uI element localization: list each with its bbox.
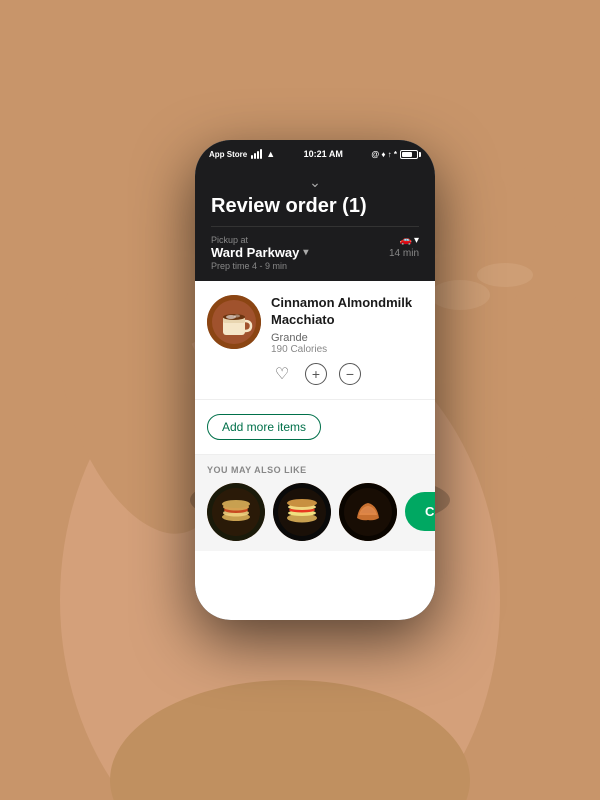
food-item-2-image <box>273 483 331 541</box>
phone-screen: App Store ▲ 10:21 AM @ ♦ ↑ * <box>195 140 435 620</box>
item-actions: ♡ + − <box>271 363 423 385</box>
item-size: Grande <box>271 332 423 344</box>
recommended-item-2[interactable] <box>273 483 331 541</box>
status-time: 10:21 AM <box>304 149 343 159</box>
battery-fill <box>402 152 413 157</box>
location-dropdown-icon: ▾ <box>303 247 308 258</box>
order-title: Review order (1) <box>211 195 419 218</box>
drive-thru-selector[interactable]: 🚗 ▾ <box>400 235 419 246</box>
coffee-cup-image <box>207 295 261 349</box>
bar4 <box>260 149 262 159</box>
recommended-item-3[interactable] <box>339 483 397 541</box>
add-more-section: Add more items <box>195 400 435 455</box>
bar2 <box>254 153 256 159</box>
phone-device: App Store ▲ 10:21 AM @ ♦ ↑ * <box>195 140 435 620</box>
also-like-label: YOU MAY ALSO LIKE <box>207 465 423 475</box>
bar1 <box>251 155 253 159</box>
item-image <box>207 295 261 349</box>
pickup-info: Pickup at Ward Parkway ▾ Prep time 4 - 9… <box>211 235 308 271</box>
status-bar-left: App Store ▲ <box>209 149 275 159</box>
app-header: ⌄ Review order (1) Pickup at Ward Parkwa… <box>195 168 435 281</box>
item-calories: 190 Calories <box>271 344 423 355</box>
minus-icon: − <box>346 366 354 382</box>
order-item: Cinnamon Almondmilk Macchiato Grande 190… <box>195 281 435 400</box>
hand-container: App Store ▲ 10:21 AM @ ♦ ↑ * <box>0 0 600 800</box>
recommended-item-1[interactable] <box>207 483 265 541</box>
also-like-section: YOU MAY ALSO LIKE <box>195 455 435 551</box>
wifi-icon: ▲ <box>266 149 275 159</box>
prep-time-label: Prep time 4 - 9 min <box>211 261 308 271</box>
car-icon: 🚗 <box>400 235 412 246</box>
signal-bars-icon <box>251 149 262 159</box>
vehicle-dropdown: ▾ <box>414 235 419 246</box>
status-bar: App Store ▲ 10:21 AM @ ♦ ↑ * <box>195 140 435 168</box>
food-item-3-image <box>339 483 397 541</box>
battery-body <box>400 150 418 159</box>
also-like-items: Continue <box>207 483 423 541</box>
vehicle-time: 🚗 ▾ 14 min <box>389 235 419 259</box>
pickup-section: Pickup at Ward Parkway ▾ Prep time 4 - 9… <box>211 226 419 271</box>
battery-indicator <box>400 150 421 159</box>
battery-tip <box>419 152 421 157</box>
status-icons: @ ♦ ↑ * <box>371 150 397 159</box>
heart-icon: ♡ <box>275 364 289 384</box>
pickup-location-row[interactable]: Ward Parkway ▾ <box>211 245 308 260</box>
plus-icon: + <box>312 366 320 382</box>
pickup-label: Pickup at <box>211 235 308 245</box>
add-more-items-button[interactable]: Add more items <box>207 414 321 440</box>
bar3 <box>257 151 259 159</box>
favorite-button[interactable]: ♡ <box>271 363 293 385</box>
eta-badge: 14 min <box>389 248 419 259</box>
add-quantity-button[interactable]: + <box>305 363 327 385</box>
item-name: Cinnamon Almondmilk Macchiato <box>271 295 423 329</box>
item-details: Cinnamon Almondmilk Macchiato Grande 190… <box>271 295 423 385</box>
continue-button[interactable]: Continue <box>405 492 435 531</box>
carrier-label: App Store <box>209 150 247 159</box>
status-bar-right: @ ♦ ↑ * <box>371 150 421 159</box>
remove-quantity-button[interactable]: − <box>339 363 361 385</box>
collapse-chevron[interactable]: ⌄ <box>211 174 419 191</box>
food-item-1-image <box>207 483 265 541</box>
location-name: Ward Parkway <box>211 245 299 260</box>
